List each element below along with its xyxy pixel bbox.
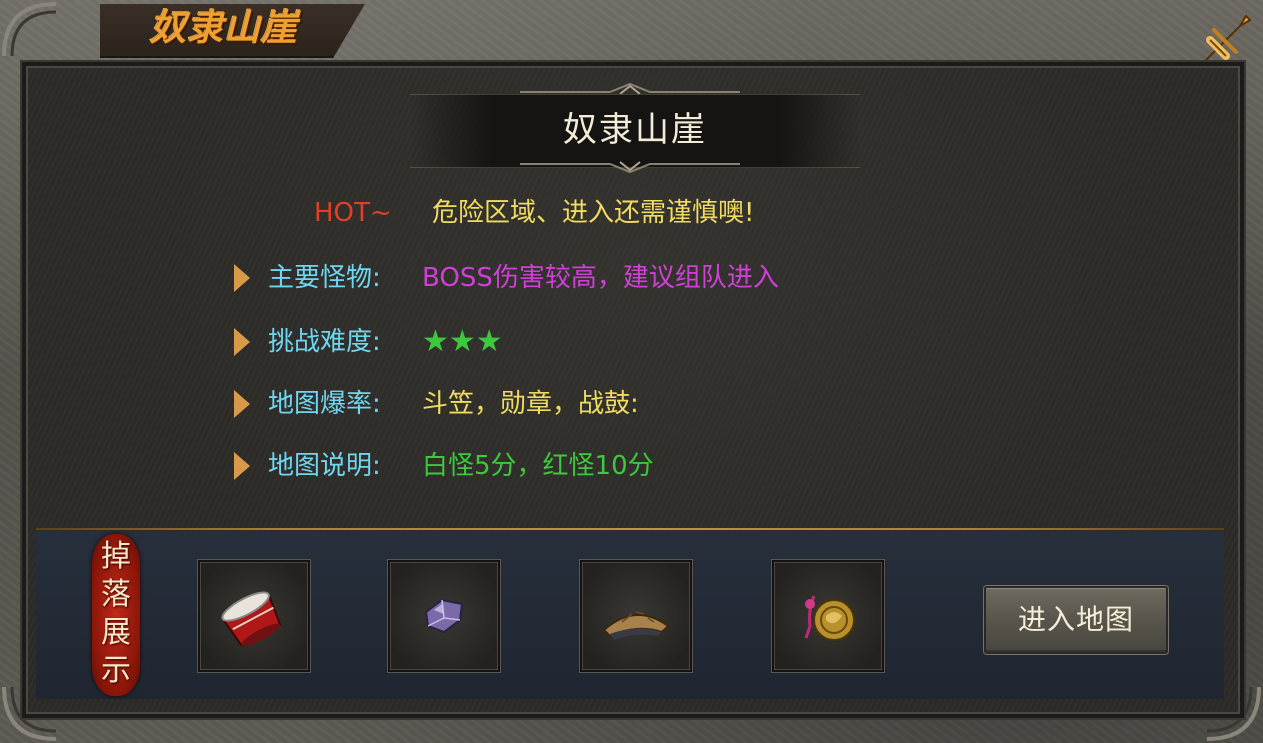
- hot-tag: HOT~: [314, 198, 392, 228]
- info-row-drops: 地图爆率: 斗笠，勋章，战鼓:: [232, 384, 1132, 424]
- drop-item-slot[interactable]: [198, 560, 310, 672]
- gold-medal-icon: [804, 595, 855, 641]
- info-value: 白怪5分，红怪10分: [422, 451, 654, 481]
- info-label: 挑战难度:: [268, 327, 381, 357]
- war-drum-icon: [221, 591, 282, 647]
- info-value: 斗笠，勋章，战鼓:: [422, 389, 639, 419]
- info-row-description: 地图说明: 白怪5分，红怪10分: [232, 446, 1132, 486]
- drop-tag-char: 展: [101, 615, 131, 650]
- drop-item-slot[interactable]: [772, 560, 884, 672]
- info-row-monsters: 主要怪物: BOSS伤害较高，建议组队进入: [232, 258, 1132, 298]
- info-value: BOSS伤害较高，建议组队进入: [422, 263, 779, 293]
- difficulty-stars: ★★★: [422, 324, 503, 359]
- drop-item-slot[interactable]: [388, 560, 500, 672]
- drop-tag-char: 示: [101, 653, 131, 688]
- close-icon: [1205, 14, 1252, 61]
- info-label: 主要怪物:: [268, 263, 381, 293]
- info-row-difficulty: 挑战难度: ★★★: [232, 322, 1132, 362]
- arrow-bullet-icon: [234, 390, 250, 418]
- heading-ornament-icon: [520, 161, 740, 174]
- corner-ornament-icon: [2, 2, 57, 57]
- drop-tag-char: 落: [101, 577, 131, 612]
- close-button[interactable]: [1200, 10, 1256, 66]
- arrow-bullet-icon: [234, 452, 250, 480]
- drop-tag-char: 掉: [101, 539, 131, 574]
- map-name-heading: 奴隶山崖: [563, 110, 707, 150]
- arrow-bullet-icon: [234, 264, 250, 292]
- window-title: 奴隶山崖: [150, 8, 299, 49]
- purple-gem-icon: [424, 598, 464, 634]
- drop-item-slot[interactable]: [580, 560, 692, 672]
- info-label: 地图爆率:: [268, 389, 381, 419]
- hot-message: 危险区域、进入还需谨慎噢!: [432, 198, 755, 228]
- straw-hat-icon: [602, 611, 670, 640]
- info-label: 地图说明:: [268, 451, 381, 481]
- gold-divider: [36, 528, 1224, 530]
- arrow-bullet-icon: [234, 328, 250, 356]
- enter-map-button[interactable]: 进入地图: [984, 586, 1168, 654]
